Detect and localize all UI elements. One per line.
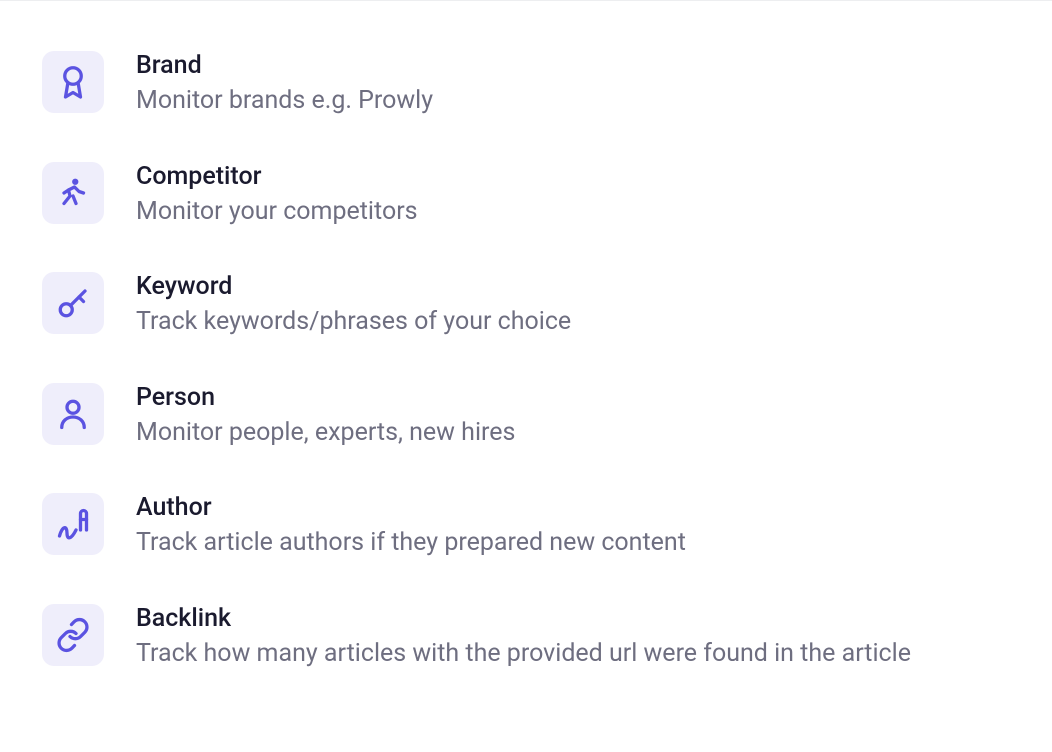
option-text: Competitor Monitor your competitors (136, 162, 418, 229)
link-icon (42, 604, 104, 666)
option-text: Backlink Track how many articles with th… (136, 604, 911, 671)
option-keyword[interactable]: Keyword Track keywords/phrases of your c… (42, 272, 1010, 339)
option-title: Keyword (136, 272, 571, 302)
option-competitor[interactable]: Competitor Monitor your competitors (42, 162, 1010, 229)
option-text: Keyword Track keywords/phrases of your c… (136, 272, 571, 339)
user-icon (42, 383, 104, 445)
option-text: Brand Monitor brands e.g. Prowly (136, 51, 433, 118)
option-desc: Track article authors if they prepared n… (136, 527, 686, 560)
option-desc: Track keywords/phrases of your choice (136, 306, 571, 339)
option-title: Person (136, 383, 515, 413)
option-title: Backlink (136, 604, 911, 634)
option-desc: Track how many articles with the provide… (136, 638, 911, 671)
running-icon (42, 162, 104, 224)
option-desc: Monitor people, experts, new hires (136, 417, 515, 450)
option-title: Competitor (136, 162, 418, 192)
signature-icon (42, 493, 104, 555)
option-text: Person Monitor people, experts, new hire… (136, 383, 515, 450)
option-desc: Monitor your competitors (136, 196, 418, 229)
option-desc: Monitor brands e.g. Prowly (136, 85, 433, 118)
award-icon (42, 51, 104, 113)
key-icon (42, 272, 104, 334)
option-text: Author Track article authors if they pre… (136, 493, 686, 560)
option-author[interactable]: Author Track article authors if they pre… (42, 493, 1010, 560)
option-person[interactable]: Person Monitor people, experts, new hire… (42, 383, 1010, 450)
option-brand[interactable]: Brand Monitor brands e.g. Prowly (42, 51, 1010, 118)
option-backlink[interactable]: Backlink Track how many articles with th… (42, 604, 1010, 671)
monitoring-options-list: Brand Monitor brands e.g. Prowly Competi… (0, 51, 1052, 670)
option-title: Author (136, 493, 686, 523)
option-title: Brand (136, 51, 433, 81)
